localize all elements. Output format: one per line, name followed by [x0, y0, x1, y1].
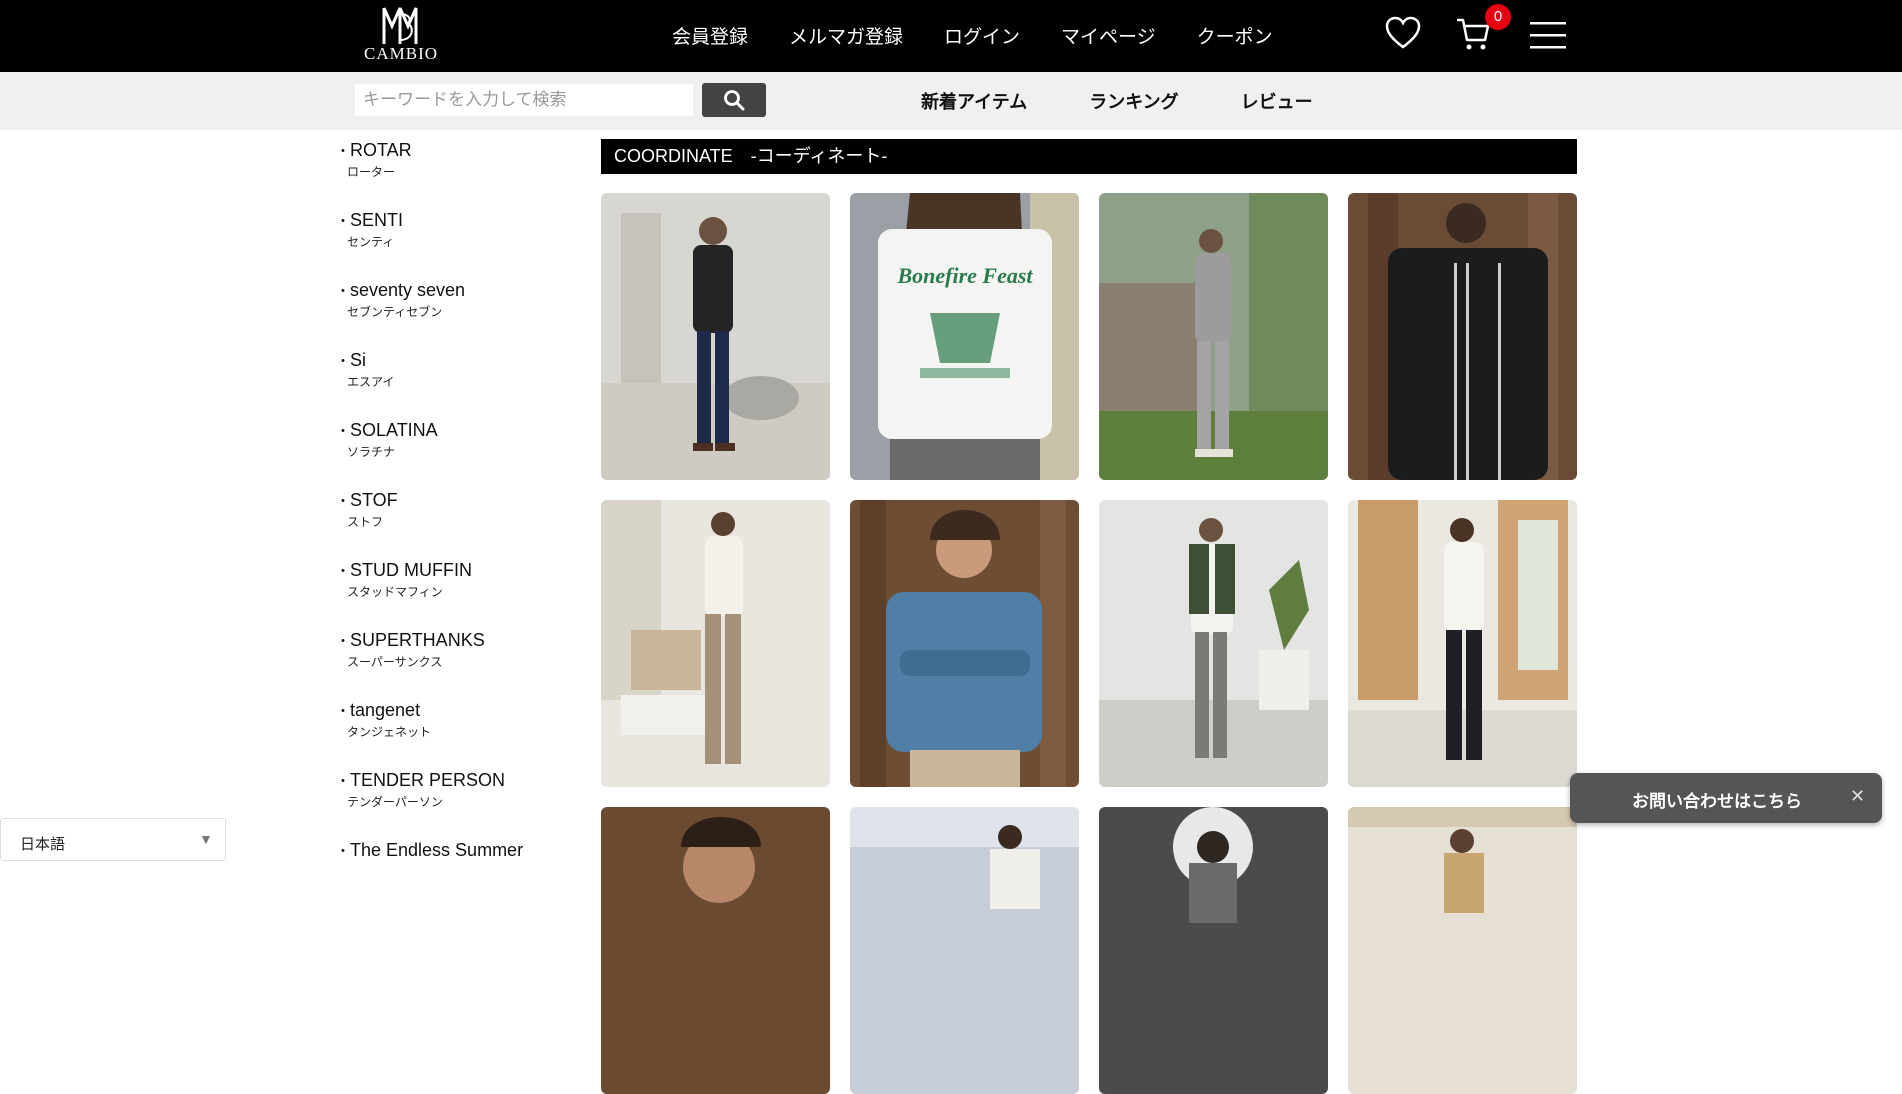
brand-kana: ストフ — [347, 515, 384, 529]
brand-name: SENTI — [336, 210, 566, 231]
photo-image — [1099, 807, 1328, 1094]
coordinate-photo-5[interactable] — [601, 500, 830, 787]
coordinate-photo-2[interactable]: Bonefire Feast — [850, 193, 1079, 480]
photo-image — [601, 807, 830, 1094]
coordinate-photo-4[interactable] — [1348, 193, 1577, 480]
search-bar-row: 新着アイテム ランキング レビュー — [0, 72, 1902, 130]
shirt-print-text: Bonefire Feast — [896, 263, 1033, 288]
nav-mypage[interactable]: マイページ — [1061, 22, 1156, 49]
brand-kana: ローター — [347, 165, 396, 179]
brand-name: The Endless Summer — [336, 840, 566, 861]
brand-kana: テンダーパーソン — [347, 795, 443, 809]
brand-kana: セブンティセブン — [347, 305, 443, 319]
brand-kana: スタッドマフィン — [347, 585, 443, 599]
subnav-ranking[interactable]: ランキング — [1089, 88, 1178, 114]
coordinate-photo-11[interactable] — [1099, 807, 1328, 1094]
sub-navigation: 新着アイテム ランキング レビュー — [921, 88, 1375, 114]
photo-image — [850, 807, 1079, 1094]
language-selected: 日本語 — [20, 836, 66, 853]
sidebar-brand-solatina[interactable]: SOLATINA ソラチナ — [336, 420, 566, 490]
coordinate-photo-1[interactable] — [601, 193, 830, 480]
nav-login[interactable]: ログイン — [944, 22, 1020, 49]
subnav-new-items[interactable]: 新着アイテム — [921, 88, 1027, 114]
close-icon[interactable]: ✕ — [1850, 786, 1865, 807]
coordinate-photo-6[interactable] — [850, 500, 1079, 787]
cambio-logo[interactable]: CAMBIO — [364, 6, 439, 68]
subnav-review[interactable]: レビュー — [1241, 88, 1313, 114]
sidebar-brand-seventy-seven[interactable]: seventy seven セブンティセブン — [336, 280, 566, 350]
brand-name: STOF — [336, 490, 566, 511]
sidebar-brand-the-endless-summer[interactable]: The Endless Summer — [336, 840, 566, 910]
contact-widget[interactable]: お問い合わせはこちら ✕ — [1570, 773, 1882, 823]
brand-kana: タンジェネット — [347, 725, 432, 739]
brand-name: STUD MUFFIN — [336, 560, 566, 581]
brand-name: TENDER PERSON — [336, 770, 566, 791]
coordinate-photo-8[interactable] — [1348, 500, 1577, 787]
nav-coupon[interactable]: クーポン — [1197, 22, 1273, 49]
brand-name: seventy seven — [336, 280, 566, 301]
section-title: COORDINATE -コーディネート- — [601, 139, 1577, 174]
contact-label: お問い合わせはこちら — [1632, 792, 1802, 811]
brand-name: tangenet — [336, 700, 566, 721]
brand-name: ROTAR — [336, 140, 566, 161]
sidebar-brand-senti[interactable]: SENTI センティ — [336, 210, 566, 280]
search-icon — [724, 90, 745, 111]
logo-monogram-icon — [382, 7, 418, 44]
sidebar-brand-superthanks[interactable]: SUPERTHANKS スーパーサンクス — [336, 630, 566, 700]
photo-image — [601, 193, 830, 480]
photo-image — [1099, 500, 1328, 787]
brand-name: SOLATINA — [336, 420, 566, 441]
nav-newsletter-register[interactable]: メルマガ登録 — [789, 22, 903, 49]
photo-image — [1348, 807, 1577, 1094]
photo-image — [601, 500, 830, 787]
sidebar-brand-stof[interactable]: STOF ストフ — [336, 490, 566, 560]
photo-image — [1348, 193, 1577, 480]
coordinate-photo-3[interactable] — [1099, 193, 1328, 480]
brand-name: SUPERTHANKS — [336, 630, 566, 651]
coordinate-photo-7[interactable] — [1099, 500, 1328, 787]
coordinate-photo-10[interactable] — [850, 807, 1079, 1094]
top-navigation: 会員登録 メルマガ登録 ログイン マイページ クーポン — [672, 22, 1314, 49]
sidebar-brand-stud-muffin[interactable]: STUD MUFFIN スタッドマフィン — [336, 560, 566, 630]
dropdown-arrow-icon: ▼ — [199, 831, 213, 847]
brand-kana: エスアイ — [347, 375, 395, 389]
sidebar-brand-rotar[interactable]: ROTAR ローター — [336, 140, 566, 210]
sidebar-brand-tangenet[interactable]: tangenet タンジェネット — [336, 700, 566, 770]
photo-image — [850, 500, 1079, 787]
search-button[interactable] — [702, 83, 766, 117]
brand-kana: スーパーサンクス — [347, 655, 443, 669]
brand-kana: ソラチナ — [347, 445, 396, 459]
coordinate-photo-12[interactable] — [1348, 807, 1577, 1094]
brand-kana: センティ — [347, 235, 395, 249]
photo-image — [1348, 500, 1577, 787]
photo-image — [1099, 193, 1328, 480]
logo-text: CAMBIO — [364, 44, 439, 63]
top-header: CAMBIO 会員登録 メルマガ登録 ログイン マイページ クーポン 0 — [0, 0, 1902, 72]
sidebar-brand-si[interactable]: Si エスアイ — [336, 350, 566, 420]
language-selector[interactable]: 日本語 ▼ — [0, 818, 226, 861]
sidebar-brand-tender-person[interactable]: TENDER PERSON テンダーパーソン — [336, 770, 566, 840]
coordinate-photo-9[interactable] — [601, 807, 830, 1094]
hamburger-menu-icon[interactable] — [1530, 20, 1566, 52]
nav-member-register[interactable]: 会員登録 — [672, 22, 748, 49]
brand-name: Si — [336, 350, 566, 371]
coordinate-section: COORDINATE -コーディネート- Bonefire Feast — [601, 139, 1577, 1094]
favorite-heart-icon[interactable] — [1385, 16, 1421, 50]
cart-count-badge: 0 — [1485, 4, 1511, 30]
brand-sidebar: ROTAR ローター SENTI センティ seventy seven セブンテ… — [336, 140, 566, 910]
search-input[interactable] — [355, 84, 693, 116]
photo-image: Bonefire Feast — [850, 193, 1079, 480]
